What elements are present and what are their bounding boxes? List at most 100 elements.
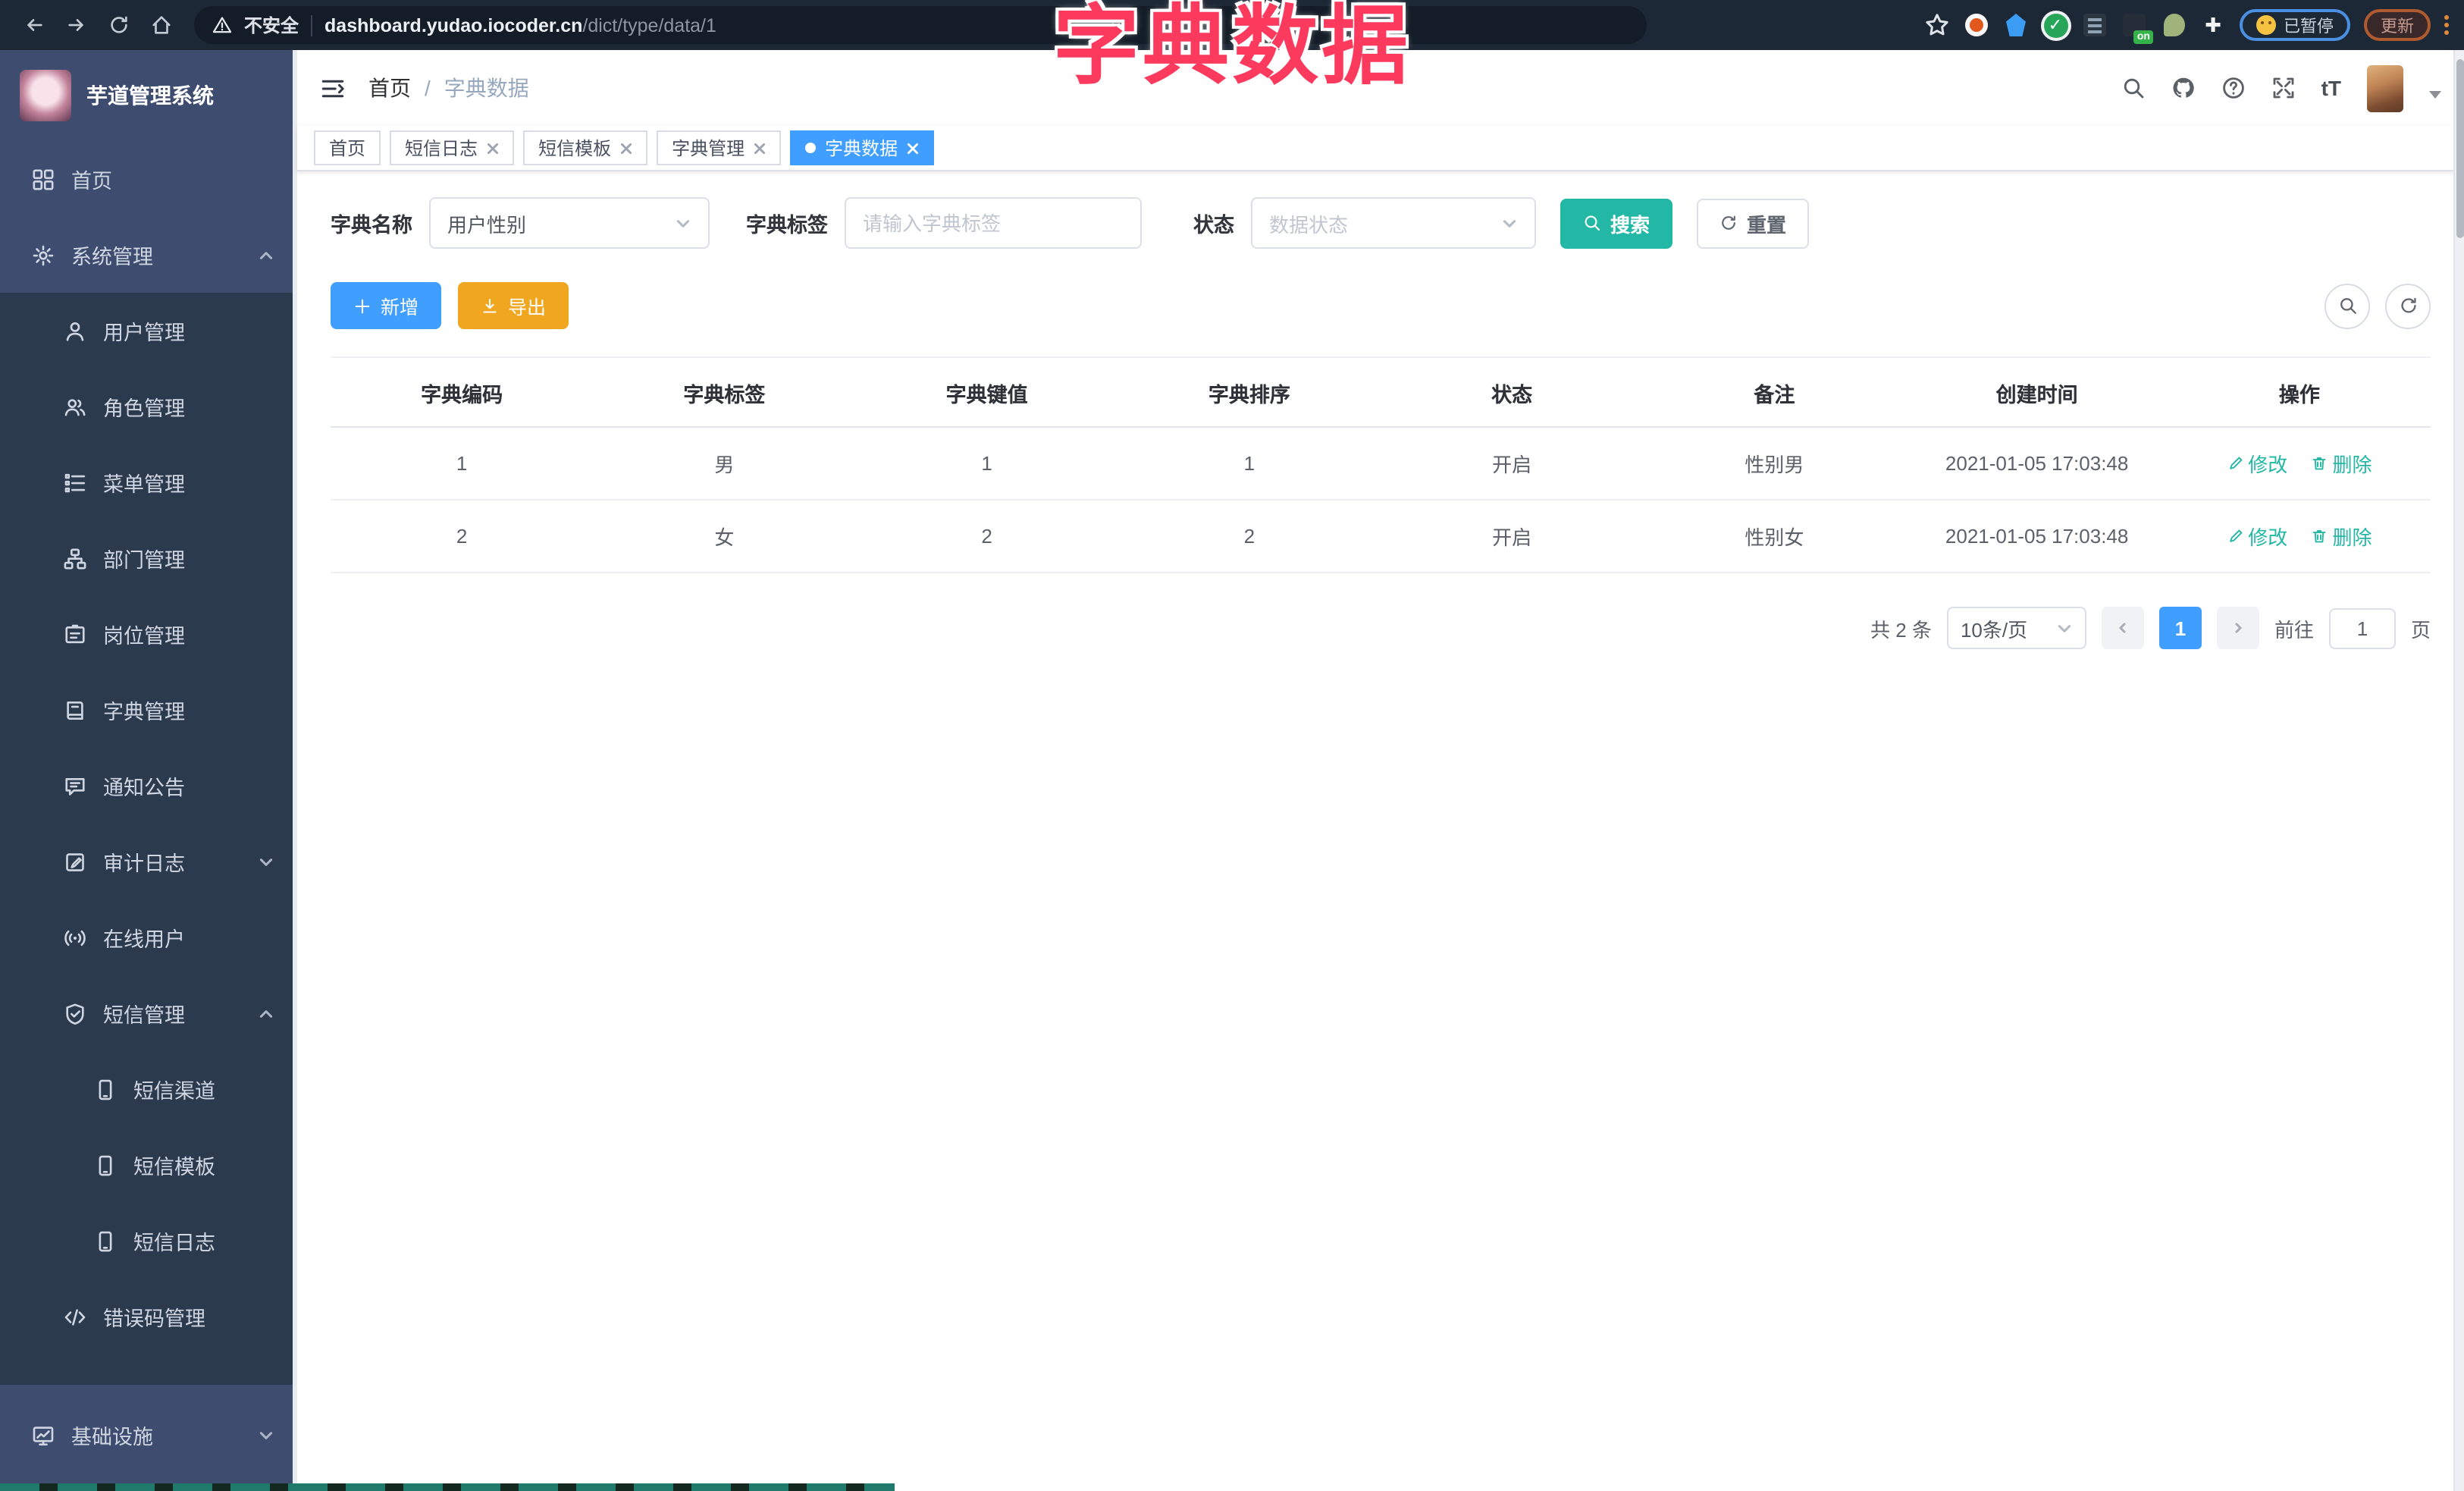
tab-home[interactable]: 首页 xyxy=(314,130,381,165)
sidebar-item-notice[interactable]: 通知公告 xyxy=(0,748,297,824)
screen: 不安全 dashboard.yudao.iocoder.cn/dict/type… xyxy=(0,0,2464,1491)
page-size-select[interactable]: 10条/页 xyxy=(1946,607,2086,649)
tab-dict-data[interactable]: 字典数据 xyxy=(790,130,935,165)
pagination: 共 2 条 10条/页 1 前往 页 xyxy=(331,607,2431,649)
cell-value: 1 xyxy=(855,427,1118,501)
breadcrumb-home[interactable]: 首页 xyxy=(368,73,411,103)
chevron-right-icon xyxy=(2234,622,2243,634)
sidebar-item-posts[interactable]: 岗位管理 xyxy=(0,596,297,672)
export-button[interactable]: 导出 xyxy=(458,282,569,329)
sidebar-item-label: 审计日志 xyxy=(103,852,185,875)
sidebar-item-error-codes[interactable]: 错误码管理 xyxy=(0,1279,297,1354)
dict-data-table: 字典编码 字典标签 字典键值 字典排序 状态 备注 创建时间 操作 1 男 1 … xyxy=(331,356,2431,573)
hamburger-icon[interactable] xyxy=(320,75,346,101)
sidebar-item-sms[interactable]: 短信管理 xyxy=(0,975,297,1051)
dict-name-select[interactable]: 用户性别 xyxy=(429,197,710,249)
reload-icon[interactable] xyxy=(100,7,136,43)
github-icon[interactable] xyxy=(2171,76,2196,100)
home-icon[interactable] xyxy=(143,7,179,43)
tab-dict-manage[interactable]: 字典管理 xyxy=(657,130,782,165)
user-avatar[interactable] xyxy=(2367,64,2403,111)
close-icon[interactable] xyxy=(754,142,766,154)
close-icon[interactable] xyxy=(487,142,499,154)
edit-link[interactable]: 修改 xyxy=(2227,449,2287,478)
status-placeholder: 数据状态 xyxy=(1269,213,1349,236)
sidebar-item-infra[interactable]: 基础设施 xyxy=(0,1397,297,1473)
tab-sms-log[interactable]: 短信日志 xyxy=(390,130,515,165)
sidebar-item-online-users[interactable]: 在线用户 xyxy=(0,899,297,975)
dict-tag-input[interactable] xyxy=(845,197,1142,249)
refresh-button[interactable] xyxy=(2385,283,2431,328)
url-path: /dict/type/data/1 xyxy=(582,14,716,36)
toggle-search-button[interactable] xyxy=(2324,283,2370,328)
sidebar-item-label: 短信渠道 xyxy=(133,1080,215,1103)
sidebar-item-label: 通知公告 xyxy=(103,777,185,799)
status-select[interactable]: 数据状态 xyxy=(1251,197,1536,249)
sidebar-item-audit-log[interactable]: 审计日志 xyxy=(0,824,297,899)
sidebar-item-departments[interactable]: 部门管理 xyxy=(0,520,297,596)
users-icon xyxy=(64,398,86,416)
extension-blue-drop-icon[interactable] xyxy=(2003,12,2029,38)
forward-icon[interactable] xyxy=(58,7,94,43)
sidebar-item-label: 岗位管理 xyxy=(103,625,185,648)
next-page-button[interactable] xyxy=(2216,607,2259,649)
search-icon[interactable] xyxy=(2121,76,2146,100)
delete-link[interactable]: 删除 xyxy=(2312,522,2372,551)
close-icon[interactable] xyxy=(620,142,632,154)
extensions-row: ✓ on ✚ 已暂停 更新 xyxy=(1924,9,2449,44)
sidebar-item-users[interactable]: 用户管理 xyxy=(0,293,297,369)
search-button[interactable]: 搜索 xyxy=(1560,198,1673,248)
sidebar-item-dict[interactable]: 字典管理 xyxy=(0,672,297,748)
extension-green-check-icon[interactable]: ✓ xyxy=(2042,12,2068,38)
update-button[interactable]: 更新 xyxy=(2364,9,2431,41)
delete-link[interactable]: 删除 xyxy=(2312,449,2372,478)
extension-orange-icon[interactable] xyxy=(1964,12,1989,38)
url-text[interactable]: dashboard.yudao.iocoder.cn/dict/type/dat… xyxy=(324,14,716,36)
goto-page-input[interactable] xyxy=(2328,607,2396,648)
sidebar-item-menus[interactable]: 菜单管理 xyxy=(0,444,297,520)
logo[interactable]: 芋道管理系统 xyxy=(0,50,297,141)
sidebar-item-system[interactable]: 系统管理 xyxy=(0,217,297,293)
paused-badge[interactable]: 已暂停 xyxy=(2240,9,2350,41)
col-dict-label: 字典标签 xyxy=(593,356,856,428)
sidebar-item-sms-channel[interactable]: 短信渠道 xyxy=(0,1051,297,1127)
tab-sms-template[interactable]: 短信模板 xyxy=(523,130,648,165)
sidebar-item-home[interactable]: 首页 xyxy=(0,141,297,217)
add-button[interactable]: 新增 xyxy=(331,282,442,329)
fontsize-icon[interactable]: tT xyxy=(2321,76,2341,100)
extensions-puzzle-icon[interactable]: ✚ xyxy=(2200,12,2226,38)
close-icon[interactable] xyxy=(907,142,919,154)
edit-pencil-icon xyxy=(2229,529,2242,542)
fullscreen-icon[interactable] xyxy=(2271,76,2296,100)
sidebar-item-label: 字典管理 xyxy=(103,701,185,724)
table-row[interactable]: 1 男 1 1 开启 性别男 2021-01-05 17:03:48 修改 删除 xyxy=(331,427,2431,501)
prev-page-button[interactable] xyxy=(2101,607,2144,649)
bookmark-star-icon[interactable] xyxy=(1924,12,1950,38)
page-1-button[interactable]: 1 xyxy=(2158,607,2202,649)
reset-button[interactable]: 重置 xyxy=(1697,198,1810,248)
sidebar-item-roles[interactable]: 角色管理 xyxy=(0,369,297,444)
extension-on-badge-icon[interactable]: on xyxy=(2121,12,2153,44)
url-bar[interactable]: 不安全 dashboard.yudao.iocoder.cn/dict/type… xyxy=(194,6,1647,44)
extension-list-icon[interactable] xyxy=(2082,12,2108,38)
app-title: 芋道管理系统 xyxy=(86,83,214,108)
sidebar-item-sms-template[interactable]: 短信模板 xyxy=(0,1127,297,1203)
edit-link[interactable]: 修改 xyxy=(2227,522,2287,551)
edit-label: 修改 xyxy=(2248,526,2288,549)
help-icon[interactable] xyxy=(2221,76,2246,100)
cell-remark: 性别男 xyxy=(1643,427,1906,501)
sidebar-item-sms-log[interactable]: 短信日志 xyxy=(0,1203,297,1279)
back-icon[interactable] xyxy=(15,7,52,43)
extension-leaf-icon[interactable] xyxy=(2161,12,2187,38)
table-header-row: 字典编码 字典标签 字典键值 字典排序 状态 备注 创建时间 操作 xyxy=(331,356,2431,428)
tags-view-bar: 首页 短信日志 短信模板 字典管理 字典数据 xyxy=(297,126,2464,171)
window-scrollbar[interactable] xyxy=(2453,50,2464,1491)
caret-down-icon[interactable] xyxy=(2429,90,2441,98)
scrollbar-thumb[interactable] xyxy=(2456,59,2464,238)
export-button-label: 导出 xyxy=(508,297,547,319)
table-row[interactable]: 2 女 2 2 开启 性别女 2021-01-05 17:03:48 修改 删除 xyxy=(331,500,2431,573)
update-label: 更新 xyxy=(2381,17,2414,36)
emoji-face-icon xyxy=(2256,15,2276,35)
delete-label: 删除 xyxy=(2332,454,2372,476)
browser-menu-kebab-icon[interactable] xyxy=(2444,15,2449,35)
